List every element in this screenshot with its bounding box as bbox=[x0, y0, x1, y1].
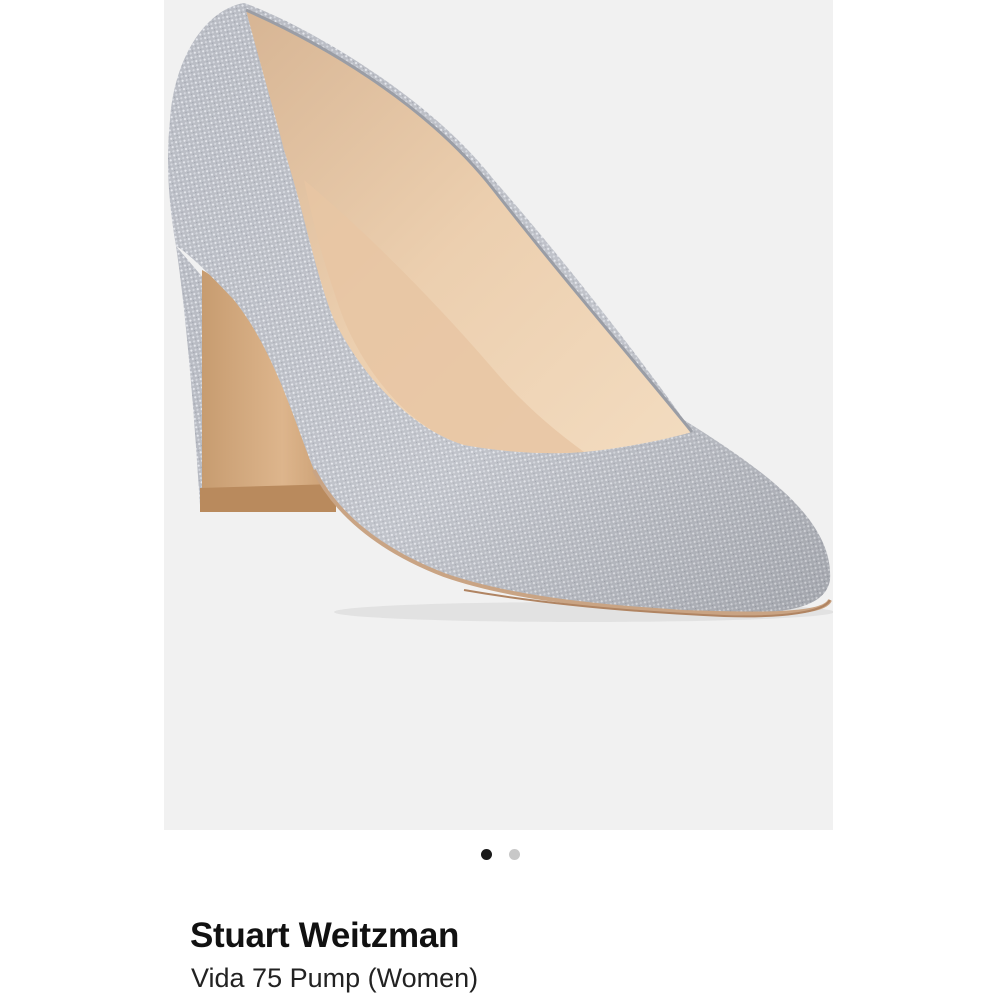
product-name[interactable]: Vida 75 Pump (Women) bbox=[191, 960, 478, 996]
brand-name[interactable]: Stuart Weitzman bbox=[190, 914, 459, 958]
image-pagination bbox=[0, 846, 1000, 862]
product-image[interactable] bbox=[164, 0, 833, 830]
pagination-dot-active[interactable] bbox=[480, 848, 492, 860]
pagination-dot[interactable] bbox=[508, 848, 520, 860]
product-page: Stuart Weitzman Vida 75 Pump (Women) bbox=[0, 0, 1000, 1000]
silver-pump-illustration bbox=[168, 3, 833, 622]
